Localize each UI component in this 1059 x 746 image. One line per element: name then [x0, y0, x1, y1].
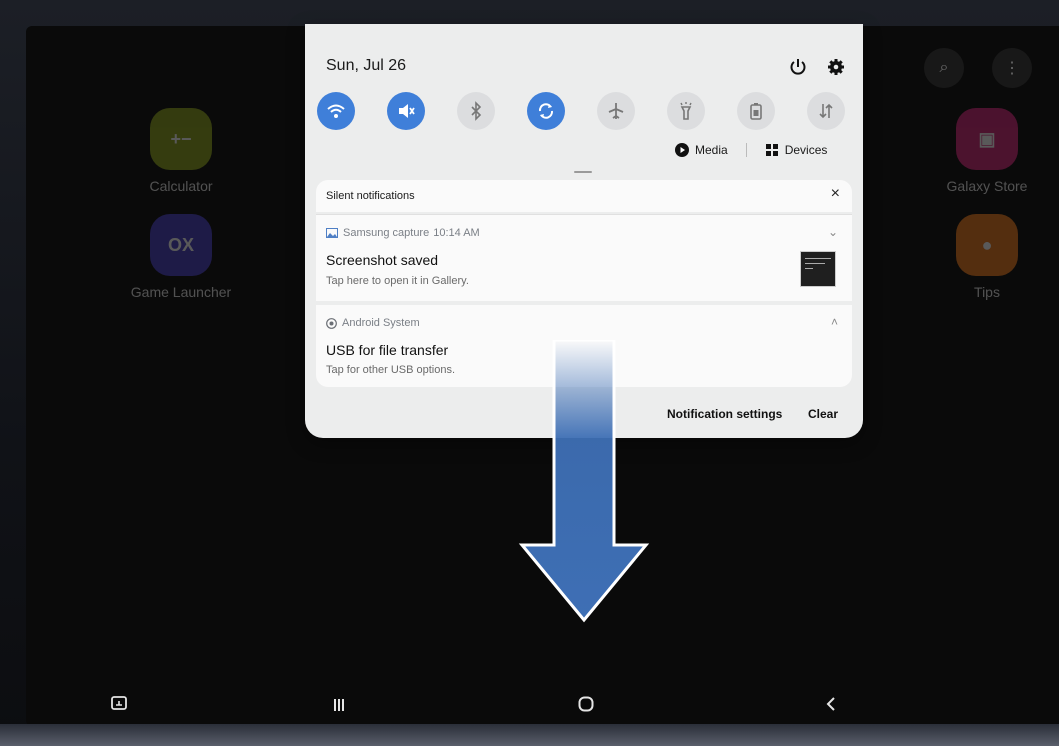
home-icon[interactable]	[577, 695, 595, 713]
gallery-image-icon	[326, 228, 338, 238]
tips-icon: ●	[956, 214, 1018, 276]
notification-app-name: Samsung capture	[343, 227, 430, 239]
android-system-icon	[326, 317, 337, 329]
flashlight-tile[interactable]	[667, 92, 705, 130]
auto-rotate-tile[interactable]	[527, 92, 565, 130]
app-game-launcher[interactable]: OX Game Launcher	[116, 214, 246, 300]
sound-mute-tile[interactable]	[387, 92, 425, 130]
media-button[interactable]: Media	[675, 143, 728, 157]
silent-notifications-title: Silent notifications	[326, 190, 415, 202]
chevron-up-icon[interactable]: ˄	[831, 315, 838, 329]
silent-notifications-header: Silent notifications ×	[316, 180, 852, 212]
app-tips[interactable]: ● Tips	[922, 214, 1052, 300]
notification-subtitle: Tap here to open it in Gallery.	[326, 275, 469, 287]
devices-grid-icon	[765, 144, 778, 156]
screenshot-tray-icon[interactable]	[110, 695, 128, 713]
wifi-tile[interactable]	[317, 92, 355, 130]
auto-rotate-icon	[538, 103, 554, 119]
devices-button[interactable]: Devices	[765, 143, 828, 157]
back-icon[interactable]	[824, 696, 838, 712]
wifi-icon	[327, 104, 345, 118]
app-calculator[interactable]: +− Calculator	[116, 108, 246, 194]
divider	[745, 143, 747, 157]
screenshot-thumbnail	[800, 251, 836, 287]
app-label: Calculator	[149, 178, 213, 194]
notification-settings-button[interactable]: Notification settings	[667, 407, 782, 421]
settings-icon[interactable]	[825, 56, 847, 78]
notification-screenshot[interactable]: Samsung capture 10:14 AM ⌄ Screenshot sa…	[316, 214, 852, 301]
drag-handle[interactable]	[574, 171, 592, 173]
app-label: Tips	[974, 284, 1000, 300]
mobile-data-tile[interactable]	[807, 92, 845, 130]
play-icon	[675, 143, 689, 157]
power-saving-tile[interactable]	[737, 92, 775, 130]
notification-app-line: Samsung capture 10:14 AM	[326, 227, 480, 239]
bluetooth-icon	[471, 101, 482, 121]
airplane-icon	[608, 103, 624, 119]
devices-label: Devices	[784, 143, 828, 157]
calculator-icon: +−	[150, 108, 212, 170]
notification-app-name: Android System	[342, 317, 420, 329]
more-vert-icon[interactable]: ⋮	[992, 48, 1032, 88]
recent-apps-icon[interactable]	[331, 697, 347, 713]
panel-date: Sun, Jul 26	[326, 57, 407, 74]
clear-button[interactable]: Clear	[808, 407, 838, 421]
airplane-mode-tile[interactable]	[597, 92, 635, 130]
mobile-data-icon	[819, 103, 833, 119]
game-launcher-icon: OX	[150, 214, 212, 276]
notification-title: Screenshot saved	[326, 252, 439, 268]
swipe-down-arrow	[518, 340, 650, 623]
galaxy-store-icon: ▣	[956, 108, 1018, 170]
search-icon[interactable]: ⌕	[924, 48, 964, 88]
app-label: Game Launcher	[130, 284, 232, 300]
flashlight-icon	[680, 102, 692, 120]
app-label: Galaxy Store	[946, 178, 1028, 194]
media-label: Media	[695, 143, 728, 157]
notification-title: USB for file transfer	[326, 342, 449, 358]
battery-saver-icon	[750, 103, 762, 120]
device-bezel	[0, 724, 1059, 746]
notification-app-line: Android System	[326, 317, 420, 329]
notification-time: 10:14 AM	[433, 227, 480, 239]
close-icon[interactable]: ×	[831, 185, 840, 203]
bluetooth-tile[interactable]	[457, 92, 495, 130]
app-galaxy-store[interactable]: ▣ Galaxy Store	[922, 108, 1052, 194]
power-icon[interactable]	[787, 56, 809, 78]
chevron-down-icon[interactable]: ⌄	[828, 225, 838, 239]
media-devices-row: Media Devices	[675, 140, 827, 160]
notification-subtitle: Tap for other USB options.	[326, 364, 456, 376]
sound-mute-icon	[399, 104, 415, 118]
